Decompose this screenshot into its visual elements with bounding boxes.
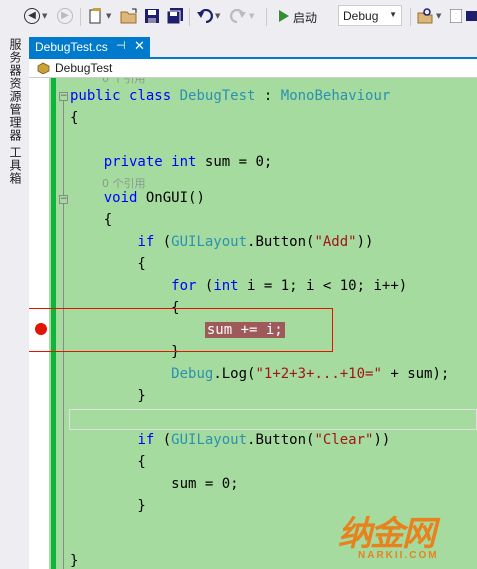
redo-dropdown[interactable]: ▼: [249, 6, 254, 26]
back-arrow-icon: ◀: [24, 8, 40, 24]
redo-icon: [230, 9, 246, 23]
start-button-label[interactable]: 启动: [293, 9, 317, 26]
close-icon[interactable]: ✕: [134, 38, 145, 54]
toolbox-tab[interactable]: 工具箱: [7, 146, 24, 185]
toolbar-button-extra[interactable]: [449, 6, 463, 26]
code-line: {: [70, 256, 146, 272]
watermark-url: NARKII.COM: [358, 550, 439, 561]
new-project-icon: [89, 8, 101, 24]
document-tab-debugtest[interactable]: DebugTest.cs ⊣ ✕: [29, 37, 150, 57]
toolbar-separator: [80, 8, 81, 26]
codelens-references[interactable]: 0 个引用: [102, 175, 146, 191]
new-project-button[interactable]: [88, 6, 104, 26]
code-editor[interactable]: − − 0 个引用 public class DebugTest : MonoB…: [29, 78, 477, 569]
code-line-method-decl: void OnGUI(): [103, 190, 205, 206]
main-toolbar: ◀ ▼ ▶ ▼ ▼ ▼ 启动 Debug ▼ ▼: [0, 0, 477, 34]
save-icon: [145, 9, 159, 23]
code-line-for: for (int i = 1; i < 10; i++): [171, 278, 408, 294]
find-in-files-button[interactable]: [417, 6, 433, 26]
code-line: }: [70, 388, 146, 404]
code-line: }: [70, 553, 79, 569]
toolbar-separator: [189, 8, 190, 26]
code-line-debug-log: Debug.Log("1+2+3+...+10=" + sum);: [171, 366, 450, 382]
annotation-box: [29, 308, 333, 352]
toolbar-button-more[interactable]: [466, 6, 477, 26]
watermark-logo: 纳金网 NARKII.COM: [338, 506, 468, 566]
code-line: {: [70, 212, 113, 228]
find-dropdown[interactable]: ▼: [436, 6, 441, 26]
forward-button[interactable]: ▶: [57, 6, 73, 26]
code-line-field: private int sum = 0;: [103, 154, 273, 170]
solution-config-value: Debug: [343, 8, 379, 23]
pin-icon[interactable]: ⊣: [116, 39, 126, 52]
code-line-class-decl: public class DebugTest : MonoBehaviour: [70, 88, 391, 104]
navigation-bar: DebugTest: [29, 59, 477, 78]
class-dropdown[interactable]: DebugTest: [55, 61, 112, 75]
codelens-references[interactable]: 0 个引用: [102, 78, 146, 86]
undo-dropdown[interactable]: ▼: [215, 6, 220, 26]
document-tab-title: DebugTest.cs: [35, 40, 108, 54]
code-line-if-clear: if (GUILayout.Button("Clear")): [137, 432, 391, 448]
save-all-icon: [166, 8, 183, 24]
csharp-class-icon: [37, 62, 50, 74]
code-line: }: [70, 498, 146, 514]
forward-arrow-icon: ▶: [57, 8, 73, 24]
solution-config-select[interactable]: Debug ▼: [338, 5, 402, 26]
toolbar-separator: [410, 8, 411, 26]
chevron-down-icon: ▼: [389, 10, 397, 19]
save-button[interactable]: [144, 6, 160, 26]
server-explorer-tab[interactable]: 服务器资源管理器: [7, 38, 24, 142]
current-line-indicator: [69, 409, 477, 430]
back-button[interactable]: ◀: [24, 6, 40, 26]
undo-button[interactable]: [197, 6, 213, 26]
redo-button[interactable]: [230, 6, 246, 26]
open-folder-icon: [120, 8, 137, 24]
left-tool-strip: 服务器资源管理器 工具箱: [0, 34, 29, 569]
collapse-method-icon[interactable]: −: [59, 195, 68, 204]
save-all-button[interactable]: [166, 6, 184, 26]
code-line: {: [70, 454, 146, 470]
undo-icon: [197, 9, 213, 23]
back-dropdown[interactable]: ▼: [42, 6, 47, 26]
find-in-files-icon: [417, 8, 433, 24]
code-line-if-add: if (GUILayout.Button("Add")): [137, 234, 374, 250]
new-project-dropdown[interactable]: ▼: [106, 6, 111, 26]
watermark-text: 纳金网: [338, 514, 436, 554]
code-line: {: [70, 110, 79, 126]
toolbar-separator: [266, 8, 267, 26]
collapse-class-icon[interactable]: −: [59, 92, 68, 101]
start-play-icon[interactable]: [279, 10, 289, 22]
code-line-reset: sum = 0;: [70, 476, 239, 492]
document-icon: [450, 9, 462, 23]
toolbar-overflow-icon: [466, 11, 477, 21]
open-file-button[interactable]: [120, 6, 138, 26]
